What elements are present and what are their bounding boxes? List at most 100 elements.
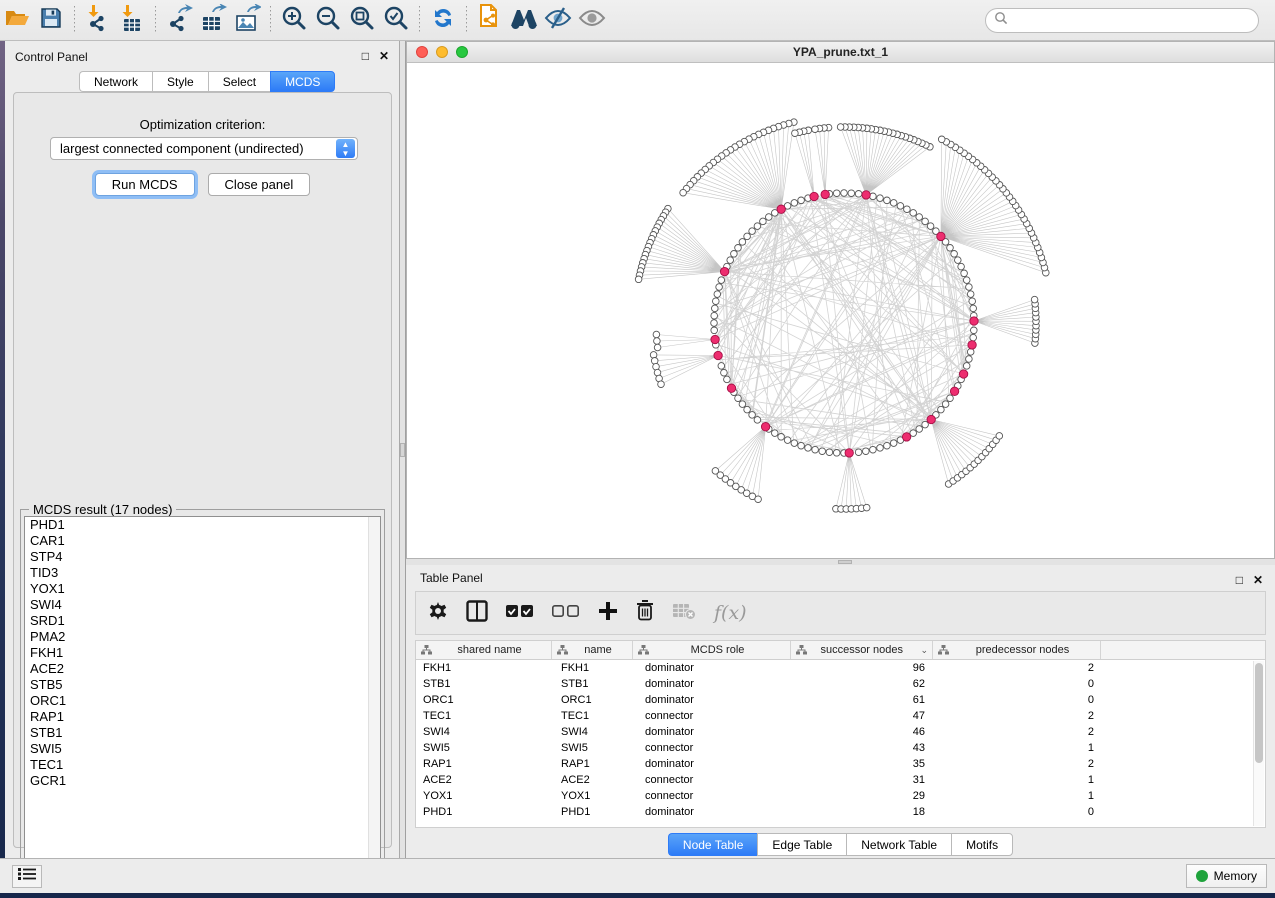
table-cell[interactable]: FKH1 (416, 662, 552, 674)
table-row[interactable]: SWI5SWI5connector431 (416, 740, 1265, 756)
table-cell[interactable]: 35 (791, 758, 933, 770)
mcds-hub-node[interactable] (810, 192, 818, 200)
network-node[interactable] (784, 437, 791, 444)
export-table-button[interactable] (196, 4, 230, 36)
table-cell[interactable]: 31 (791, 774, 933, 786)
show-column-panel-button[interactable] (466, 598, 488, 628)
network-node[interactable] (749, 228, 756, 235)
zoom-out-button[interactable] (311, 4, 345, 36)
network-node[interactable] (739, 239, 746, 246)
mcds-hub-node[interactable] (937, 232, 945, 240)
network-node[interactable] (963, 363, 970, 370)
table-cell[interactable]: 2 (933, 710, 1101, 722)
table-cell[interactable]: 2 (933, 758, 1101, 770)
mcds-result-item[interactable]: SRD1 (25, 613, 380, 629)
mcds-result-item[interactable]: PMA2 (25, 629, 380, 645)
network-node[interactable] (654, 338, 661, 345)
table-cell[interactable]: YOX1 (552, 790, 633, 802)
table-cell[interactable]: PHD1 (552, 806, 633, 818)
network-node[interactable] (680, 189, 687, 196)
network-node[interactable] (958, 263, 965, 270)
search-input[interactable] (1008, 10, 1258, 30)
network-node[interactable] (812, 126, 819, 133)
network-node[interactable] (712, 305, 719, 312)
network-node[interactable] (877, 195, 884, 202)
network-node[interactable] (714, 291, 721, 298)
table-cell[interactable]: SWI4 (416, 726, 552, 738)
table-row[interactable]: YOX1YOX1connector291 (416, 788, 1265, 804)
table-cell[interactable]: 29 (791, 790, 933, 802)
mcds-result-item[interactable]: GCR1 (25, 773, 380, 789)
mcds-hub-node[interactable] (720, 267, 728, 275)
network-node[interactable] (716, 284, 723, 291)
network-node[interactable] (805, 445, 812, 452)
network-node[interactable] (731, 251, 738, 258)
table-panel-close-icon[interactable]: ✕ (1253, 573, 1263, 587)
network-node[interactable] (735, 395, 742, 402)
table-settings-button[interactable] (428, 598, 448, 628)
network-node[interactable] (963, 277, 970, 284)
deselect-all-columns-button[interactable] (552, 598, 580, 628)
column-header-MCDS-role[interactable]: MCDS role (633, 641, 791, 659)
tab-style[interactable]: Style (152, 71, 208, 92)
network-node[interactable] (837, 124, 844, 131)
export-network-button[interactable] (162, 4, 196, 36)
network-node[interactable] (841, 190, 848, 197)
table-cell[interactable]: 18 (791, 806, 933, 818)
table-cell[interactable]: dominator (633, 758, 791, 770)
control-panel-float-icon[interactable]: □ (362, 49, 369, 63)
table-cell[interactable]: 43 (791, 742, 933, 754)
table-cell[interactable]: connector (633, 790, 791, 802)
zoom-fit-button[interactable] (345, 4, 379, 36)
mcds-hub-node[interactable] (950, 387, 958, 395)
mcds-result-item[interactable]: TID3 (25, 565, 380, 581)
mcds-hub-node[interactable] (902, 433, 910, 441)
delete-column-button[interactable] (636, 598, 654, 628)
column-header-successor-nodes[interactable]: successor nodes⌄ (791, 641, 933, 659)
table-cell[interactable]: 61 (791, 694, 933, 706)
network-node[interactable] (1031, 296, 1038, 303)
mcds-hub-node[interactable] (727, 384, 735, 392)
mcds-hub-node[interactable] (927, 415, 935, 423)
clone-network-button[interactable] (473, 4, 507, 36)
tab-mcds[interactable]: MCDS (270, 71, 335, 92)
network-node[interactable] (798, 442, 805, 449)
refresh-button[interactable] (426, 4, 460, 36)
network-node[interactable] (922, 421, 929, 428)
column-header-shared-name[interactable]: shared name (416, 641, 552, 659)
network-node[interactable] (863, 448, 870, 455)
table-cell[interactable]: 0 (933, 806, 1101, 818)
mcds-result-item[interactable]: SWI5 (25, 741, 380, 757)
network-node[interactable] (970, 305, 977, 312)
table-cell[interactable]: FKH1 (552, 662, 633, 674)
show-all-button[interactable] (575, 4, 609, 36)
zoom-in-button[interactable] (277, 4, 311, 36)
network-node[interactable] (884, 197, 891, 204)
network-node[interactable] (961, 270, 968, 277)
mcds-hub-node[interactable] (761, 423, 769, 431)
network-node[interactable] (778, 434, 785, 441)
network-node[interactable] (927, 223, 934, 230)
table-cell[interactable]: ACE2 (416, 774, 552, 786)
network-node[interactable] (938, 406, 945, 413)
table-cell[interactable]: TEC1 (416, 710, 552, 722)
mcds-result-item[interactable]: STP4 (25, 549, 380, 565)
network-node[interactable] (890, 440, 897, 447)
mcds-result-item[interactable]: ORC1 (25, 693, 380, 709)
network-node[interactable] (967, 291, 974, 298)
table-cell[interactable]: 2 (933, 726, 1101, 738)
network-node[interactable] (910, 210, 917, 217)
tab-network-table[interactable]: Network Table (846, 833, 951, 856)
table-cell[interactable]: STB1 (416, 678, 552, 690)
import-table-button[interactable] (115, 4, 149, 36)
network-node[interactable] (966, 356, 973, 363)
network-node[interactable] (970, 334, 977, 341)
memory-button[interactable]: Memory (1186, 864, 1267, 888)
table-cell[interactable]: 1 (933, 774, 1101, 786)
table-row[interactable]: ORC1ORC1dominator610 (416, 692, 1265, 708)
network-node[interactable] (870, 446, 877, 453)
network-node[interactable] (947, 245, 954, 252)
tab-node-table[interactable]: Node Table (668, 833, 758, 856)
mcds-hub-node[interactable] (970, 317, 978, 325)
table-cell[interactable]: PHD1 (416, 806, 552, 818)
